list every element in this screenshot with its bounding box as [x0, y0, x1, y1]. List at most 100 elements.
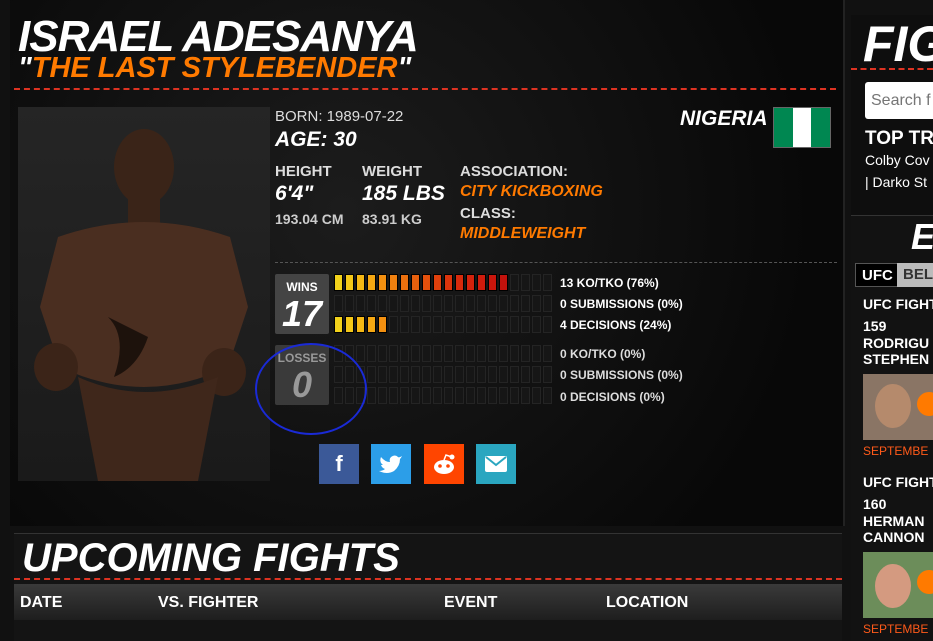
reddit-share-button[interactable]: [424, 444, 464, 484]
upcoming-divider: [14, 578, 842, 580]
bar-segment: [510, 295, 519, 312]
fight-title[interactable]: UFC FIGHT: [863, 296, 933, 312]
bar-segment: [444, 366, 453, 383]
weight-imperial: 185 LBS: [362, 182, 445, 205]
bar-segment: [444, 274, 453, 291]
bar-segment: [345, 274, 354, 291]
col-vs-fighter: VS. FIGHTER: [158, 594, 259, 611]
sidebar-divider: [851, 68, 933, 70]
trending-item[interactable]: Colby Cov: [865, 152, 930, 168]
search-input[interactable]: [865, 82, 933, 119]
stat-wins-dec: 4 DECISIONS (24%): [560, 318, 672, 332]
bar-segment: [367, 387, 376, 404]
bar-segment: [477, 295, 486, 312]
bar-segment: [389, 274, 398, 291]
col-location: LOCATION: [606, 594, 689, 611]
bar-segment: [543, 316, 552, 333]
bar-segment: [510, 366, 519, 383]
bar-segment: [356, 295, 365, 312]
bar-segment: [543, 274, 552, 291]
fighter-nickname: "THE LAST STYLEBENDER": [18, 52, 411, 85]
twitter-share-button[interactable]: [371, 444, 411, 484]
col-event: EVENT: [444, 594, 498, 611]
bar-segment: [532, 366, 541, 383]
fight-thumbnail[interactable]: [863, 552, 933, 618]
bar-segment: [488, 295, 497, 312]
bar-segment: [433, 274, 442, 291]
trending-title: TOP TRE: [865, 128, 933, 149]
record-bar-row: [334, 366, 552, 383]
weight-metric: 83.91 KG: [362, 211, 422, 227]
bar-segment: [334, 274, 343, 291]
facebook-share-button[interactable]: f: [319, 444, 359, 484]
tab-bellator[interactable]: BEL: [897, 263, 933, 287]
wins-label: WINS: [286, 280, 318, 294]
events-panel: E UFC BEL UFC FIGHT 159 RODRIGU STEPHEN …: [851, 215, 933, 641]
bar-segment: [411, 316, 420, 333]
height-label: HEIGHT: [275, 163, 332, 180]
col-date: DATE: [20, 594, 63, 611]
annotation-circle: [255, 343, 367, 435]
facebook-icon: f: [335, 451, 343, 476]
wins-bars: [334, 274, 552, 337]
bar-segment: [378, 316, 387, 333]
bar-segment: [389, 387, 398, 404]
bar-segment: [466, 387, 475, 404]
bar-segment: [488, 366, 497, 383]
bar-segment: [345, 295, 354, 312]
bar-segment: [543, 387, 552, 404]
bar-segment: [532, 387, 541, 404]
bar-segment: [488, 316, 497, 333]
bar-segment: [521, 274, 530, 291]
nickname-text: THE LAST STYLEBENDER: [31, 52, 398, 84]
wins-box: WINS 17: [275, 274, 329, 334]
bar-segment: [510, 274, 519, 291]
losses-bars: [334, 345, 552, 408]
fight-title[interactable]: UFC FIGHT: [863, 474, 933, 490]
fighter-name-b[interactable]: CANNON: [863, 529, 924, 545]
email-share-button[interactable]: [476, 444, 516, 484]
bar-segment: [411, 274, 420, 291]
fight-number: 159: [863, 318, 887, 334]
bar-segment: [477, 345, 486, 362]
bar-segment: [411, 387, 420, 404]
bar-segment: [455, 295, 464, 312]
email-icon: [485, 456, 507, 472]
bar-segment: [367, 274, 376, 291]
association-value[interactable]: CITY KICKBOXING: [460, 183, 603, 201]
bar-segment: [543, 345, 552, 362]
class-value[interactable]: MIDDLEWEIGHT: [460, 225, 585, 243]
fight-thumbnail[interactable]: [863, 374, 933, 440]
fighter-name-a[interactable]: HERMAN: [863, 513, 924, 529]
fighter-name-a[interactable]: RODRIGU: [863, 335, 929, 351]
bar-segment: [356, 316, 365, 333]
trending-item[interactable]: | Darko St: [865, 174, 927, 190]
bar-segment: [411, 366, 420, 383]
bar-segment: [422, 366, 431, 383]
bar-segment: [466, 316, 475, 333]
bar-segment: [521, 316, 530, 333]
bar-segment: [455, 366, 464, 383]
bar-segment: [444, 295, 453, 312]
bar-segment: [356, 345, 365, 362]
bar-segment: [510, 345, 519, 362]
bar-segment: [455, 274, 464, 291]
fighter-name-b[interactable]: STEPHEN: [863, 351, 929, 367]
bar-segment: [400, 366, 409, 383]
bar-segment: [499, 387, 508, 404]
bar-segment: [334, 295, 343, 312]
bar-segment: [521, 366, 530, 383]
bar-segment: [433, 316, 442, 333]
weight-label: WEIGHT: [362, 163, 422, 180]
bar-segment: [378, 295, 387, 312]
bar-segment: [433, 387, 442, 404]
bar-segment: [510, 387, 519, 404]
bar-segment: [455, 387, 464, 404]
bar-segment: [488, 274, 497, 291]
tab-ufc[interactable]: UFC: [855, 263, 900, 287]
bar-segment: [499, 345, 508, 362]
reddit-icon: [434, 454, 455, 474]
bar-segment: [389, 366, 398, 383]
height-imperial: 6'4": [275, 182, 314, 205]
bar-segment: [378, 387, 387, 404]
